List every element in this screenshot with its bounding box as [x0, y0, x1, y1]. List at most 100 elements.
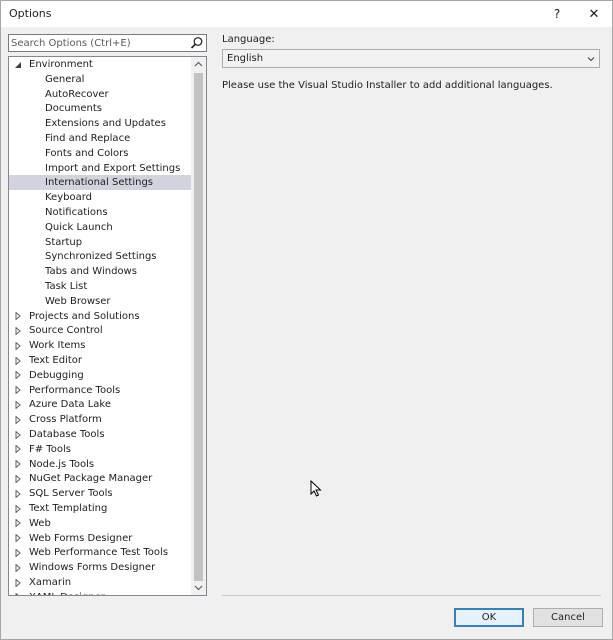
tree-item[interactable]: Work Items [9, 338, 191, 353]
tree-item[interactable]: Find and Replace [9, 131, 191, 146]
collapsed-arrow-icon[interactable] [13, 486, 23, 501]
tree-item-label: Startup [45, 236, 83, 248]
collapsed-arrow-icon[interactable] [13, 323, 23, 338]
scroll-down-button[interactable] [191, 581, 206, 595]
tree-item[interactable]: AutoRecover [9, 87, 191, 102]
scroll-thumb[interactable] [194, 73, 203, 581]
tree-item[interactable]: Source Control [9, 323, 191, 338]
tree-item-label: Node.js Tools [29, 458, 95, 470]
tree-item[interactable]: XAML Designer [9, 590, 191, 595]
tree-item-label: Azure Data Lake [29, 399, 111, 411]
tree-item[interactable]: Node.js Tools [9, 457, 191, 472]
tree-item[interactable]: Web Forms Designer [9, 531, 191, 546]
tree-item[interactable]: F# Tools [9, 442, 191, 457]
tree-item[interactable]: NuGet Package Manager [9, 471, 191, 486]
ok-button[interactable]: OK [454, 608, 524, 627]
tree-item[interactable]: Startup [9, 235, 191, 250]
cancel-button[interactable]: Cancel [533, 608, 603, 627]
collapsed-arrow-icon[interactable] [13, 516, 23, 531]
collapsed-arrow-icon[interactable] [13, 590, 23, 595]
tree-item-label: Web [29, 517, 51, 529]
tree-item[interactable]: Cross Platform [9, 412, 191, 427]
tree-item-label: AutoRecover [45, 88, 109, 100]
collapsed-arrow-icon[interactable] [13, 545, 23, 560]
collapsed-arrow-icon[interactable] [13, 471, 23, 486]
tree-item[interactable]: Projects and Solutions [9, 309, 191, 324]
options-dialog: Options ? ✕ Environment General AutoRecove… [0, 0, 613, 640]
tree-item[interactable]: Text Editor [9, 353, 191, 368]
tree-item-label: Synchronized Settings [45, 251, 157, 263]
tree-item[interactable]: Database Tools [9, 427, 191, 442]
search-input[interactable] [11, 37, 187, 50]
tree-item[interactable]: Documents [9, 101, 191, 116]
tree-item[interactable]: Web Browser [9, 294, 191, 309]
tree-item-label: XAML Designer [29, 590, 105, 595]
collapsed-arrow-icon[interactable] [13, 309, 23, 324]
collapsed-arrow-icon[interactable] [13, 531, 23, 546]
tree-item-label: Xamarin [29, 577, 72, 588]
tree-item-label: SQL Server Tools [29, 488, 113, 500]
tree-item-label: Environment [29, 59, 93, 70]
tree-item[interactable]: Azure Data Lake [9, 397, 191, 412]
tree-item[interactable]: Web [9, 516, 191, 531]
scroll-up-button[interactable] [191, 57, 206, 71]
collapsed-arrow-icon[interactable] [13, 412, 23, 427]
tree-item-label: Text Templating [29, 503, 108, 514]
collapsed-arrow-icon[interactable] [13, 457, 23, 472]
collapsed-arrow-icon[interactable] [13, 427, 23, 442]
tree-scrollbar[interactable] [191, 57, 206, 595]
chevron-down-icon [194, 585, 203, 591]
tree-item[interactable]: Keyboard [9, 190, 191, 205]
tree-item[interactable]: Web Performance Test Tools [9, 545, 191, 560]
expanded-arrow-icon[interactable] [13, 57, 23, 72]
info-text: Please use the Visual Studio Installer t… [222, 80, 553, 91]
title-bar[interactable]: Options ? ✕ [1, 1, 612, 27]
tree-item[interactable]: General [9, 72, 191, 87]
collapsed-arrow-icon[interactable] [13, 368, 23, 383]
tree-item[interactable]: Debugging [9, 368, 191, 383]
tree-item[interactable]: SQL Server Tools [9, 486, 191, 501]
collapsed-arrow-icon[interactable] [13, 383, 23, 398]
tree-item[interactable]: Fonts and Colors [9, 146, 191, 161]
tree-item[interactable]: International Settings [9, 175, 191, 191]
tree-item-label: NuGet Package Manager [29, 473, 153, 485]
tree-item[interactable]: Xamarin [9, 575, 191, 590]
dialog-title: Options [9, 7, 52, 20]
tree-item-label: Work Items [29, 340, 86, 352]
tree-item-label: Find and Replace [45, 133, 131, 144]
collapsed-arrow-icon[interactable] [13, 442, 23, 457]
language-dropdown[interactable]: English [222, 49, 600, 68]
close-icon: ✕ [588, 6, 600, 22]
tree-item[interactable]: Windows Forms Designer [9, 560, 191, 575]
collapsed-arrow-icon[interactable] [13, 560, 23, 575]
tree-item-label: Database Tools [29, 429, 105, 440]
collapsed-arrow-icon[interactable] [13, 397, 23, 412]
tree-item[interactable]: Text Templating [9, 501, 191, 516]
search-icon[interactable] [190, 36, 204, 50]
tree-item[interactable]: Synchronized Settings [9, 249, 191, 264]
tree-item[interactable]: Import and Export Settings [9, 161, 191, 176]
help-button[interactable]: ? [542, 1, 572, 27]
tree-item[interactable]: Environment [9, 57, 191, 72]
tree-item-label: Windows Forms Designer [29, 562, 156, 574]
tree-item-label: Cross Platform [29, 414, 102, 426]
tree-item-label: Task List [45, 281, 88, 292]
collapsed-arrow-icon[interactable] [13, 338, 23, 353]
search-box[interactable] [8, 34, 207, 52]
collapsed-arrow-icon[interactable] [13, 501, 23, 516]
close-button[interactable]: ✕ [579, 1, 609, 27]
tree-item-label: Debugging [29, 369, 84, 381]
tree-item[interactable]: Notifications [9, 205, 191, 220]
tree-item-label: Extensions and Updates [45, 118, 166, 130]
tree-item[interactable]: Performance Tools [9, 383, 191, 398]
tree-item-label: Keyboard [45, 192, 93, 204]
tree-item[interactable]: Extensions and Updates [9, 116, 191, 131]
options-tree[interactable]: Environment General AutoRecover Documents Ex… [8, 56, 207, 596]
tree-item[interactable]: Quick Launch [9, 220, 191, 235]
collapsed-arrow-icon[interactable] [13, 353, 23, 368]
tree-item-label: Source Control [29, 325, 103, 337]
collapsed-arrow-icon[interactable] [13, 575, 23, 590]
tree-item[interactable]: Task List [9, 279, 191, 294]
tree-item-label: Notifications [45, 207, 108, 218]
tree-item[interactable]: Tabs and Windows [9, 264, 191, 279]
